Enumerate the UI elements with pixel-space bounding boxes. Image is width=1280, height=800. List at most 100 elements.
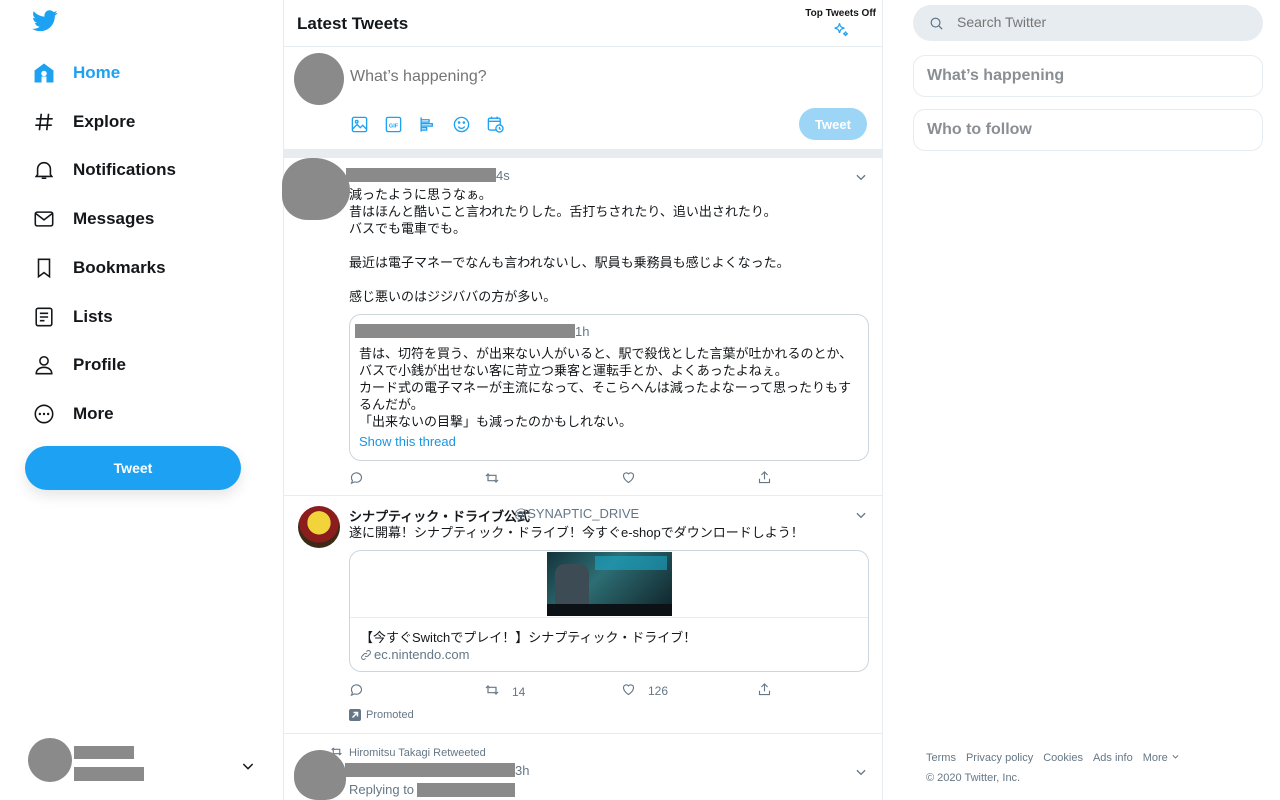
list-icon [24,304,66,330]
emoji-icon[interactable] [450,113,472,135]
chevron-down-icon [1171,752,1180,764]
tweet-author-handle[interactable]: @SYNAPTIC_DRIVE [514,506,639,521]
link-card[interactable]: 【今すぐSwitchでプレイ！】シナプティック・ドライブ！ ec.nintend… [349,550,869,672]
nav-profile[interactable]: Profile [24,343,126,387]
account-switcher[interactable] [24,734,264,790]
bookmark-icon [24,255,66,281]
chevron-down-icon [240,758,256,779]
footer: Terms Privacy policy Cookies Ads info Mo… [926,752,1180,784]
envelope-icon [24,206,66,232]
footer-links: Terms Privacy policy Cookies Ads info Mo… [926,752,1180,764]
retweet-button[interactable]: 14 [484,682,525,701]
nav-messages[interactable]: Messages [24,197,154,241]
card-domain: ec.nintendo.com [360,647,469,664]
compose-toolbar: GIF [348,113,506,135]
compose-box: GIF Tweet [284,47,882,149]
like-icon[interactable] [621,470,636,485]
nav-home[interactable]: Home [24,51,120,95]
redacted-author [345,763,515,777]
tweet[interactable]: Hiromitsu Takagi Retweeted 3h Replying t… [284,734,882,800]
top-tweets-toggle-label: Top Tweets Off [805,8,876,19]
bell-icon [24,157,66,183]
redacted-quoted-author [355,324,575,338]
twitter-logo-icon[interactable] [32,10,62,40]
svg-text:GIF: GIF [388,123,398,129]
show-thread-link[interactable]: Show this thread [359,434,456,449]
card-domain-text: ec.nintendo.com [374,647,470,662]
retweet-icon[interactable] [484,470,500,486]
redacted-reply-target [417,783,515,797]
image-icon[interactable] [348,113,370,135]
redacted-handle [74,767,144,781]
hashtag-icon [24,109,66,135]
tweet-promoted[interactable]: シナプティック・ドライブ公式 @SYNAPTIC_DRIVE 遂に開幕！シナプテ… [284,496,882,734]
page-title: Latest Tweets [297,14,409,33]
card-title: 【今すぐSwitchでプレイ！】シナプティック・ドライブ！ [360,630,697,645]
footer-terms-link[interactable]: Terms [926,752,956,764]
nav-more-label: More [73,404,114,423]
footer-cookies-link[interactable]: Cookies [1043,752,1083,764]
tweet[interactable]: 4s 減ったように思うなぁ。 昔はほんと酷いこと言われたりした。舌打ちされたり、… [282,158,882,496]
share-icon[interactable] [757,682,772,697]
timeline-header: Latest Tweets Top Tweets Off [284,0,882,47]
person-icon [24,352,66,378]
retweet-count: 14 [512,684,526,699]
quoted-text: 昔は、切符を買う、が出来ない人がいると、駅で殺伐とした言葉が吐かれるのとか、 バ… [359,346,853,429]
search-icon [929,16,944,36]
like-icon [621,682,636,700]
retweeted-by[interactable]: Hiromitsu Takagi Retweeted [330,745,486,761]
link-icon [360,649,372,664]
gif-icon[interactable]: GIF [382,113,404,135]
avatar [294,750,346,800]
avatar [298,506,340,548]
home-icon [24,60,66,86]
tweet-text: 遂に開幕！シナプティック・ドライブ！今すぐe-shopでダウンロードしよう！ [349,525,804,540]
footer-privacy-link[interactable]: Privacy policy [966,752,1033,764]
footer-more-link[interactable]: More [1143,752,1180,764]
avatar [282,158,350,220]
promoted-icon [349,709,361,721]
quoted-tweet[interactable]: 1h 昔は、切符を買う、が出来ない人がいると、駅で殺伐とした言葉が吐かれるのとか… [349,314,869,461]
search-input[interactable] [957,14,1237,30]
nav-lists-label: Lists [73,307,113,326]
tweet-author-name[interactable]: シナプティック・ドライブ公式 [349,506,530,525]
search-bar[interactable] [913,5,1263,41]
tweet-timestamp[interactable]: 3h [515,763,529,778]
tweet-timestamp[interactable]: 4s [496,168,510,183]
reply-icon[interactable] [349,470,364,485]
footer-more-label: More [1142,752,1168,764]
who-to-follow-panel[interactable]: Who to follow [913,109,1263,151]
compose-tweet-button[interactable]: Tweet [799,108,867,140]
footer-ads-info-link[interactable]: Ads info [1093,752,1133,764]
promoted-text: Promoted [366,709,414,721]
whats-happening-panel[interactable]: What’s happening [913,55,1263,97]
like-button[interactable]: 126 [621,682,668,700]
nav-profile-label: Profile [73,355,126,374]
schedule-icon[interactable] [484,113,506,135]
chevron-down-icon[interactable] [854,170,868,184]
reply-icon[interactable] [349,682,364,697]
nav-explore[interactable]: Explore [24,100,135,144]
top-tweets-toggle[interactable]: Top Tweets Off [805,8,876,42]
tweet-button[interactable]: Tweet [25,446,241,490]
chevron-down-icon[interactable] [854,508,868,522]
promoted-label: Promoted [349,709,414,721]
whats-happening-title: What’s happening [927,67,1065,84]
more-circle-icon [24,401,66,427]
chevron-down-icon[interactable] [854,765,868,779]
nav-lists[interactable]: Lists [24,295,113,339]
share-icon[interactable] [757,470,772,485]
nav-more[interactable]: More [24,392,114,436]
card-image [547,552,672,616]
nav-bookmarks[interactable]: Bookmarks [24,246,166,290]
avatar [294,53,344,105]
nav-notifications-label: Notifications [73,160,176,179]
who-to-follow-title: Who to follow [927,121,1032,138]
tweet-actions: 14 126 [349,682,779,702]
compose-input[interactable] [350,65,850,89]
sparkle-icon [805,21,876,42]
avatar [28,738,72,782]
card-divider [350,617,868,618]
nav-notifications[interactable]: Notifications [24,148,176,192]
poll-icon[interactable] [416,113,438,135]
